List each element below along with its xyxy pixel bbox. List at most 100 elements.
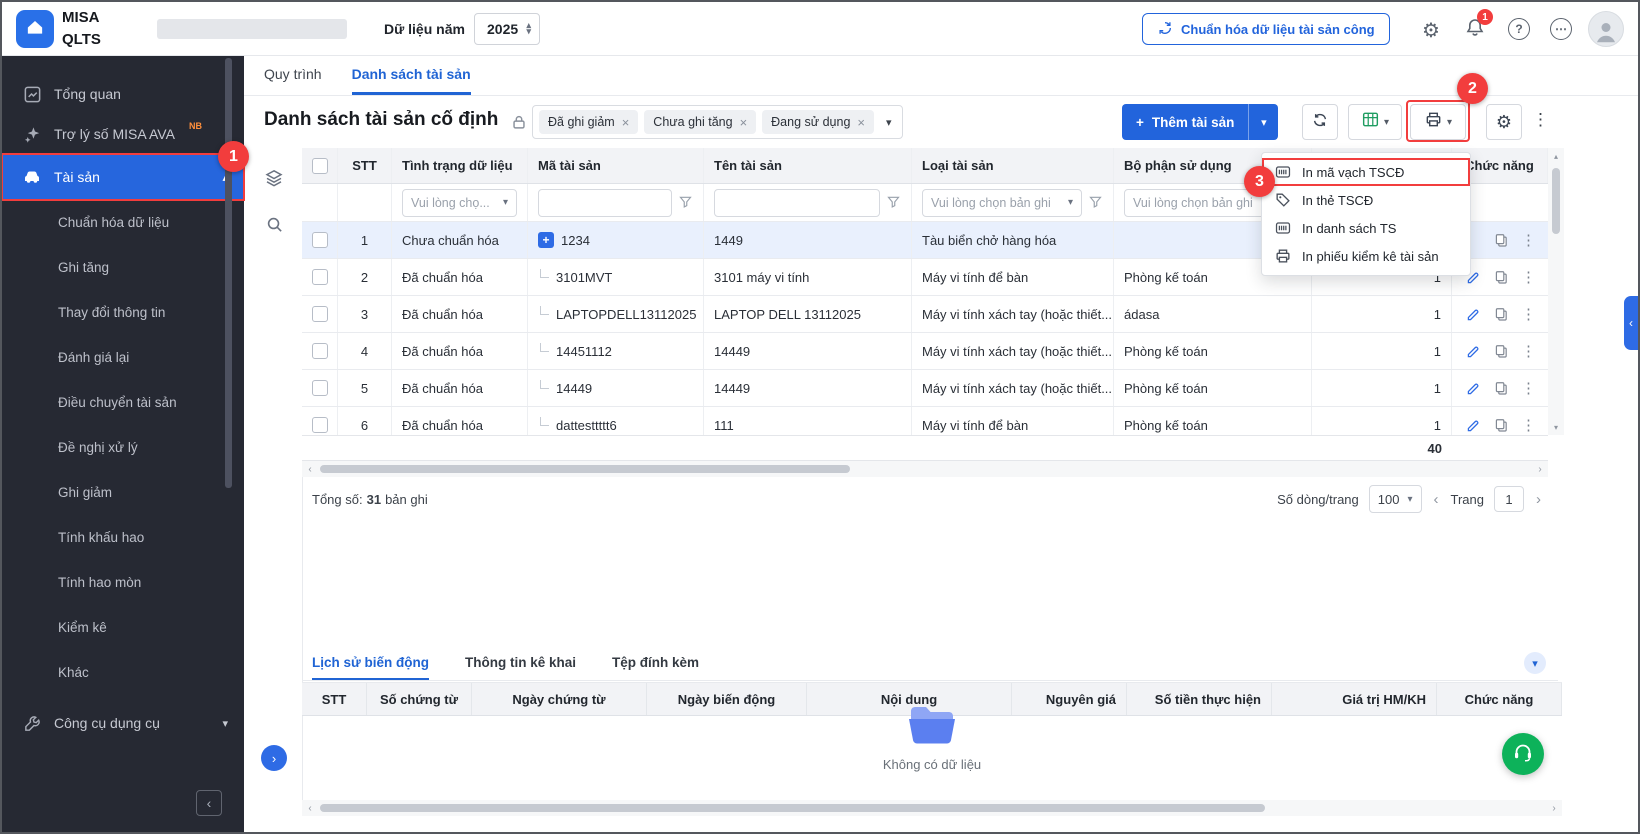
row-more-icon[interactable]: ⋮ [1521,379,1536,397]
print-button[interactable]: ▾ [1410,104,1466,140]
scroll-right-icon[interactable]: › [1546,800,1562,816]
header-name[interactable]: Tên tài sản [704,148,912,183]
grid-view-button[interactable]: ▾ [1348,104,1402,140]
scroll-down-icon[interactable]: ▾ [1548,419,1564,435]
sidebar-sub-revaluation[interactable]: Đánh giá lại [2,335,244,380]
tab-declaration[interactable]: Thông tin kê khai [465,647,576,680]
copy-icon[interactable] [1493,269,1510,286]
table-settings-button[interactable]: ⚙ [1486,104,1522,140]
year-spinner-arrows[interactable]: ▴ ▾ [526,23,531,34]
sidebar-collapse-button[interactable]: ‹ [196,790,222,816]
filter-chip[interactable]: Đang sử dụng × [762,110,874,134]
hscrollbar-thumb[interactable] [320,465,850,473]
row-checkbox[interactable] [312,343,328,359]
table-row[interactable]: 4 Đã chuẩn hóa 14451112 14449 Máy vi tín… [302,333,1548,370]
sidebar-item-ava-assistant[interactable]: Trợ lý số MISA AVA NB [2,114,244,154]
header-code[interactable]: Mã tài sản [528,148,704,183]
sidebar-scrollbar-thumb[interactable] [225,58,232,488]
funnel-filter-icon[interactable] [886,194,901,212]
menu-item-print-card[interactable]: In thẻ TSCĐ [1262,186,1470,214]
table-hscrollbar[interactable]: ‹ › [302,461,1548,477]
row-more-icon[interactable]: ⋮ [1521,305,1536,323]
settings-gear-icon[interactable]: ⚙ [1422,18,1440,43]
sidebar-item-assets[interactable]: Tài sản ▴ [2,154,244,200]
table-vscrollbar[interactable]: ▴ ▾ [1548,148,1564,435]
sidebar-item-overview[interactable]: Tổng quan [2,74,244,114]
funnel-filter-icon[interactable] [1088,194,1103,212]
row-checkbox[interactable] [312,417,328,433]
add-asset-split-button[interactable]: + Thêm tài sản ▾ [1122,104,1278,140]
chip-close-icon[interactable]: × [857,115,865,130]
sidebar-item-tools[interactable]: Công cụ dụng cụ ▾ [2,701,244,745]
row-checkbox[interactable] [312,306,328,322]
header-status[interactable]: Tình trạng dữ liệu [392,148,528,183]
sidebar-sub-transfer[interactable]: Điều chuyển tài sản [2,380,244,425]
tab-process[interactable]: Quy trình [264,56,322,95]
sidebar-sub-wear[interactable]: Tính hao mòn [2,560,244,605]
sidebar-sub-change-info[interactable]: Thay đổi thông tin [2,290,244,335]
copy-icon[interactable] [1493,343,1510,360]
search-icon[interactable] [260,210,288,238]
scroll-left-icon[interactable]: ‹ [302,461,318,477]
support-chat-button[interactable] [1502,733,1544,775]
help-icon[interactable]: ? [1508,18,1530,40]
vscrollbar-thumb[interactable] [1552,168,1560,234]
header-stt[interactable]: STT [338,148,392,183]
normalize-data-button[interactable]: Chuẩn hóa dữ liệu tài sản công [1142,13,1390,45]
sidebar-sub-decrease[interactable]: Ghi giảm [2,470,244,515]
year-spinner[interactable]: 2025 ▴ ▾ [474,13,540,45]
add-asset-button[interactable]: + Thêm tài sản [1122,104,1248,140]
user-avatar[interactable] [1588,11,1624,47]
select-all-checkbox[interactable] [312,158,328,174]
detail-hscrollbar[interactable]: ‹ › [302,800,1562,816]
tab-history[interactable]: Lịch sử biến động [312,647,429,680]
funnel-filter-icon[interactable] [678,194,693,212]
prev-page-button[interactable]: ‹ [1432,491,1441,508]
edit-icon[interactable] [1465,380,1482,397]
edit-icon[interactable] [1465,306,1482,323]
type-filter-select[interactable]: Vui lòng chọn bản ghi ▾ [922,189,1082,217]
row-more-icon[interactable]: ⋮ [1521,416,1536,434]
menu-item-print-barcode[interactable]: In mã vạch TSCĐ [1262,158,1470,186]
expand-panel-button[interactable]: › [261,745,287,771]
copy-icon[interactable] [1493,306,1510,323]
page-size-select[interactable]: 100 ▾ [1369,485,1422,513]
copy-icon[interactable] [1493,232,1510,249]
row-checkbox[interactable] [312,269,328,285]
refresh-button[interactable] [1302,104,1338,140]
edit-icon[interactable] [1465,417,1482,434]
row-more-icon[interactable]: ⋮ [1521,268,1536,286]
name-filter-input[interactable] [714,189,880,217]
scroll-up-icon[interactable]: ▴ [1548,148,1564,164]
expand-plus-icon[interactable]: + [538,232,554,248]
chips-dropdown-icon[interactable]: ▾ [886,116,892,129]
sidebar-sub-normalize-data[interactable]: Chuẩn hóa dữ liệu [2,200,244,245]
chip-close-icon[interactable]: × [740,115,748,130]
detail-collapse-button[interactable]: ▾ [1524,652,1546,674]
filter-chip[interactable]: Chưa ghi tăng × [644,110,756,134]
chip-close-icon[interactable]: × [622,115,630,130]
next-page-button[interactable]: › [1534,491,1543,508]
sidebar-sub-disposal-request[interactable]: Đề nghị xử lý [2,425,244,470]
sidebar-sub-other[interactable]: Khác [2,650,244,695]
menu-item-print-list[interactable]: In danh sách TS [1262,214,1470,242]
toolbar-more-icon[interactable]: ⋮ [1532,110,1549,130]
header-type[interactable]: Loại tài sản [912,148,1114,183]
row-checkbox[interactable] [312,232,328,248]
table-row[interactable]: 6 Đã chuẩn hóa dattesttttt6 111 Máy vi t… [302,407,1548,435]
table-row[interactable]: 3 Đã chuẩn hóa LAPTOPDELL13112025 LAPTOP… [302,296,1548,333]
table-row[interactable]: 5 Đã chuẩn hóa 14449 14449 Máy vi tính x… [302,370,1548,407]
sidebar-sub-depreciation[interactable]: Tính khấu hao [2,515,244,560]
right-panel-toggle[interactable]: ‹ [1624,296,1638,350]
menu-item-print-inventory-sheet[interactable]: In phiếu kiểm kê tài sản [1262,242,1470,270]
filter-chips-bar[interactable]: Đã ghi giảm × Chưa ghi tăng × Đang sử dụ… [532,105,903,139]
row-more-icon[interactable]: ⋮ [1521,342,1536,360]
scroll-left-icon[interactable]: ‹ [302,800,318,816]
hscrollbar-thumb[interactable] [320,804,1265,812]
code-filter-input[interactable] [538,189,672,217]
add-asset-dropdown-icon[interactable]: ▾ [1248,104,1278,140]
tab-attachments[interactable]: Tệp đính kèm [612,647,699,680]
edit-icon[interactable] [1465,343,1482,360]
layers-icon[interactable] [260,164,288,192]
page-number-input[interactable]: 1 [1494,486,1524,512]
